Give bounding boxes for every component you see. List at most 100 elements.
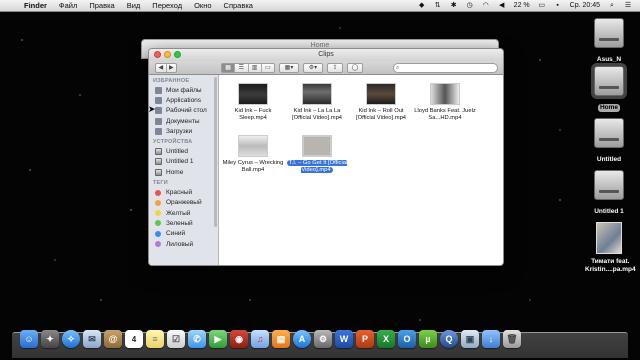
file-item-selected[interactable]: T.I. – Go Get It [Official Video].mp4 xyxy=(286,135,348,174)
menu-view[interactable]: Вид xyxy=(121,1,147,10)
hard-drive-icon xyxy=(594,66,624,96)
share-button[interactable]: ⇪ xyxy=(327,63,343,73)
zoom-button[interactable] xyxy=(174,51,181,58)
sidebar-item-desktop[interactable]: Рабочий стол xyxy=(149,106,218,116)
word-icon[interactable]: W xyxy=(335,330,353,348)
battery-status[interactable]: 22 % xyxy=(510,2,534,9)
purple-tag-icon xyxy=(155,241,161,247)
facetime-icon[interactable]: ▶ xyxy=(209,330,227,348)
system-preferences-icon[interactable]: ⚙ xyxy=(314,330,332,348)
title-bar[interactable]: Clips xyxy=(149,49,503,61)
volume-icon[interactable]: ◀ xyxy=(498,2,506,10)
mail-icon[interactable]: ✉ xyxy=(83,330,101,348)
sidebar-tag-orange[interactable]: Оранжевый xyxy=(149,198,218,208)
file-item[interactable]: Kid Ink – Roll Out [Official Video].mp4 xyxy=(350,83,412,122)
contacts-icon[interactable]: @ xyxy=(104,330,122,348)
desktop-icon-video-file[interactable]: Тимати feat. Kristin....ра.mp4 xyxy=(583,222,636,276)
file-item[interactable]: Kid Ink – Fuck Sleep.mp4 xyxy=(222,83,284,122)
finder-icon[interactable]: ☺ xyxy=(20,330,38,348)
quicktime-icon[interactable]: Q xyxy=(440,330,458,348)
outlook-icon[interactable]: O xyxy=(398,330,416,348)
applications-icon xyxy=(155,96,162,104)
video-thumbnail xyxy=(366,83,396,105)
coverflow-view-icon[interactable]: ▭ xyxy=(262,64,274,72)
back-forward-buttons[interactable]: ◀ ▶ xyxy=(155,63,177,73)
desktop-icon-label: Untitled xyxy=(596,156,622,163)
powerpoint-icon[interactable]: P xyxy=(356,330,374,348)
close-button[interactable] xyxy=(154,51,161,58)
excel-icon[interactable]: X xyxy=(377,330,395,348)
menu-finder[interactable]: Finder xyxy=(18,1,53,10)
hard-drive-icon xyxy=(594,170,624,200)
sidebar-item-untitled-1[interactable]: Untitled 1 xyxy=(149,157,218,167)
icon-view-icon[interactable]: ▦ xyxy=(222,64,236,72)
trash-icon[interactable]: 🗑 xyxy=(503,330,521,348)
launchpad-icon[interactable]: ✦ xyxy=(41,330,59,348)
sidebar-item-downloads[interactable]: Загрузки xyxy=(149,126,218,136)
photo-booth-icon[interactable]: ◉ xyxy=(230,330,248,348)
sidebar-tag-yellow[interactable]: Желтый xyxy=(149,208,218,218)
bluetooth-icon[interactable]: ✱ xyxy=(450,2,458,10)
list-view-icon[interactable]: ☰ xyxy=(235,64,249,72)
calendar-icon[interactable]: 4 xyxy=(125,330,143,348)
reminders-icon[interactable]: ☑ xyxy=(167,330,185,348)
utorrent-icon[interactable]: µ xyxy=(419,330,437,348)
mouse-cursor-icon: ➤ xyxy=(148,104,156,114)
tag-icon: ◯ xyxy=(351,65,359,71)
menu-help[interactable]: Справка xyxy=(218,1,259,10)
search-input[interactable]: ⌕ xyxy=(393,63,498,73)
file-item[interactable]: Lloyd Banks Feat. Juelz Sa...HD.mp4 xyxy=(414,83,476,122)
wifi-icon[interactable]: ◠ xyxy=(482,2,490,10)
arrange-icon: ▦▾ xyxy=(284,65,294,71)
file-item[interactable]: Kid Ink – La La La [Official Video].mp4 xyxy=(286,83,348,122)
finder-window-clips[interactable]: Clips ◀ ▶ ▦ ☰ ▥ ▭ ▦▾ ⚙▾ ⇪ ◯ ⌕ ИЗБРАННОЕ … xyxy=(148,48,504,266)
share-icon: ⇪ xyxy=(332,65,338,71)
downloads-icon[interactable]: ↓ xyxy=(482,330,500,348)
menu-edit[interactable]: Правка xyxy=(83,1,120,10)
safari-icon[interactable]: ✧ xyxy=(62,330,80,348)
spotlight-icon[interactable]: ⌕ xyxy=(608,2,616,10)
menu-window[interactable]: Окно xyxy=(188,1,217,10)
app-store-icon[interactable]: A xyxy=(293,330,311,348)
desktop-icon-home[interactable]: Home xyxy=(583,66,635,114)
tags-button[interactable]: ◯ xyxy=(347,63,363,73)
desktop-icon-asus[interactable]: Asus_N xyxy=(583,18,635,66)
sidebar-tag-blue[interactable]: Синий xyxy=(149,229,218,239)
timemachine-icon[interactable]: ◷ xyxy=(466,2,474,10)
file-item[interactable]: Miley Cyrus – Wrecking Ball.mp4 xyxy=(222,135,284,174)
arrange-button[interactable]: ▦▾ xyxy=(279,63,299,73)
sidebar-item-home[interactable]: Home xyxy=(149,167,218,177)
minimize-button[interactable] xyxy=(164,51,171,58)
file-name: Lloyd Banks Feat. Juelz Sa...HD.mp4 xyxy=(414,108,476,121)
messages-icon[interactable]: ✆ xyxy=(188,330,206,348)
column-view-icon[interactable]: ▥ xyxy=(249,64,262,72)
sidebar-tag-purple[interactable]: Лиловый xyxy=(149,239,218,249)
menu-bar: Finder Файл Правка Вид Переход Окно Спра… xyxy=(0,0,640,12)
menu-file[interactable]: Файл xyxy=(53,1,83,10)
sidebar-item-my-files[interactable]: Мои файлы xyxy=(149,85,218,95)
notes-icon[interactable]: ≡ xyxy=(146,330,164,348)
sidebar-tag-red[interactable]: Красный xyxy=(149,187,218,197)
menu-go[interactable]: Переход xyxy=(146,1,188,10)
sidebar-scrollbar[interactable] xyxy=(214,77,217,227)
notification-center-icon[interactable]: ☰ xyxy=(624,2,632,10)
action-button[interactable]: ⚙▾ xyxy=(303,63,323,73)
forward-icon[interactable]: ▶ xyxy=(167,64,177,72)
video-thumbnail xyxy=(302,135,332,157)
vpn-icon[interactable]: ⇅ xyxy=(434,2,442,10)
desktop-icon-untitled[interactable]: Untitled xyxy=(583,118,635,166)
dropbox-icon[interactable]: ◆ xyxy=(418,2,426,10)
sidebar-item-applications[interactable]: Applications xyxy=(149,95,218,105)
itunes-icon[interactable]: ♫ xyxy=(251,330,269,348)
preview-icon[interactable]: ▣ xyxy=(461,330,479,348)
sidebar-item-documents[interactable]: Документы xyxy=(149,116,218,126)
sidebar-item-untitled[interactable]: Untitled xyxy=(149,146,218,156)
desktop-icon-untitled-1[interactable]: Untitled 1 xyxy=(583,170,635,218)
flag-icon[interactable]: ▪ xyxy=(554,2,562,10)
view-mode-segment[interactable]: ▦ ☰ ▥ ▭ xyxy=(221,63,275,73)
ibooks-icon[interactable]: ▤ xyxy=(272,330,290,348)
back-icon[interactable]: ◀ xyxy=(156,64,167,72)
clock[interactable]: Ср. 20:45 xyxy=(566,2,604,9)
sidebar-tag-green[interactable]: Зеленый xyxy=(149,218,218,228)
video-thumbnail xyxy=(238,135,268,157)
